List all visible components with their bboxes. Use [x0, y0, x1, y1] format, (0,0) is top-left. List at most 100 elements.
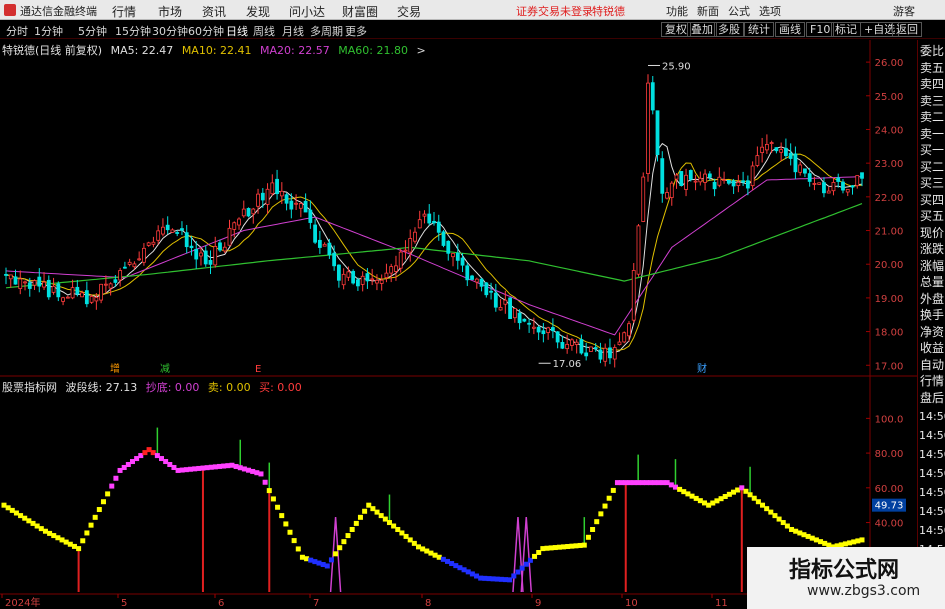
candle-body [570, 339, 574, 346]
candle-body [764, 143, 769, 151]
candle-body [807, 173, 812, 182]
candle-body [23, 281, 27, 284]
wave-point [594, 519, 600, 525]
price-tick-label: 19.00 [875, 294, 904, 305]
side-label[interactable]: 行情 [920, 374, 944, 388]
candle-body [684, 174, 688, 190]
candle-body [56, 283, 61, 298]
side-label[interactable]: 卖五 [920, 61, 944, 75]
candle-body [474, 278, 479, 283]
candle-body [161, 226, 165, 235]
side-label[interactable]: 换手 [920, 308, 944, 322]
side-label[interactable]: 涨跌 [920, 242, 944, 256]
candle-body [256, 193, 260, 207]
wave-line-label: 波段线: 27.13 [65, 381, 138, 394]
candle-body [389, 266, 394, 274]
candle-body [693, 180, 698, 183]
wave-point [100, 499, 106, 505]
candle-body [493, 292, 498, 308]
candle-body [707, 173, 712, 178]
candle-body [622, 332, 627, 343]
date-tick-label: 8 [425, 598, 431, 609]
candle-body [550, 327, 555, 332]
side-label[interactable]: 净资 [920, 325, 944, 339]
price-tick-label: 26.00 [875, 58, 904, 69]
candle-body [536, 326, 541, 333]
candle-body [332, 252, 337, 267]
wave-point [602, 503, 608, 509]
candle-body [812, 183, 817, 185]
candle-body [679, 171, 684, 186]
watermark-title: 指标公式网 [789, 558, 900, 583]
candle-body [194, 248, 199, 260]
side-label[interactable]: 卖三 [920, 94, 944, 108]
wave-point [258, 471, 264, 477]
sell-label: 卖: 0.00 [207, 381, 251, 394]
candle-body [660, 158, 665, 194]
side-label[interactable]: 自动 [920, 358, 944, 372]
side-label[interactable]: 委比 [920, 44, 944, 58]
candle-body [108, 283, 113, 289]
candle-body [446, 240, 451, 254]
side-label[interactable]: 卖二 [920, 110, 944, 124]
price-tick-label: 18.00 [875, 328, 904, 339]
candle-body [755, 155, 760, 166]
candle-body [584, 352, 589, 357]
candle-body [845, 189, 850, 193]
candle-body [308, 209, 313, 223]
sub-legend: 股票指标网 波段线: 27.13 抄底: 0.00 卖: 0.00 买: 0.0… [2, 379, 307, 394]
candle-body [508, 297, 512, 319]
candle-body [750, 165, 755, 187]
price-tick-label: 17.00 [875, 361, 904, 372]
candle-body [80, 292, 84, 298]
candle-body [103, 283, 108, 286]
wave-point [113, 475, 119, 481]
side-label[interactable]: 卖四 [920, 77, 944, 91]
side-label[interactable]: 买一 [920, 143, 944, 157]
date-tick-label: 10 [625, 598, 638, 609]
more-arrow-icon[interactable]: > [416, 44, 425, 57]
side-label[interactable]: 收益 [920, 341, 944, 355]
candle-body [669, 182, 674, 198]
wave-point [266, 488, 272, 494]
candle-body [674, 174, 679, 180]
side-label[interactable]: 卖一 [920, 127, 944, 141]
candle-body [731, 180, 736, 187]
candle-body [641, 176, 646, 222]
candle-body [65, 296, 70, 299]
wave-point [84, 530, 90, 536]
candle-body [522, 318, 527, 322]
side-label[interactable]: 现价 [920, 226, 944, 240]
candle-body [189, 245, 194, 249]
candle-body [137, 258, 142, 261]
candle-body [574, 341, 579, 345]
side-label[interactable]: 买二 [920, 160, 944, 174]
watermark: 指标公式网 www.zbgs3.com [747, 547, 945, 609]
wave-point [275, 504, 281, 510]
candle-body [142, 247, 146, 263]
candle-body [455, 252, 460, 261]
price-tick-label: 25.00 [875, 92, 904, 103]
side-time: 14:50 [919, 467, 945, 480]
candle-body [403, 249, 408, 252]
side-label[interactable]: 总量 [920, 275, 944, 289]
ma5-label: MA5: 22.47 [110, 44, 174, 57]
candle-body [313, 224, 318, 243]
candle-body [836, 177, 841, 182]
ma20-label: MA20: 22.57 [260, 44, 330, 57]
candle-body [18, 278, 23, 289]
side-label[interactable]: 买四 [920, 193, 944, 207]
candle-body [436, 221, 441, 233]
side-label[interactable]: 盘后 [920, 391, 944, 405]
wave-point [606, 495, 612, 501]
chart-canvas[interactable]: 25.90 17.06 增 减 E 财 26.00 25.00 24.00 23.00 22.00… [0, 0, 917, 609]
wave-point [345, 533, 351, 539]
side-label[interactable]: 买五 [920, 209, 944, 223]
side-label[interactable]: 涨幅 [920, 259, 944, 273]
candle-body [251, 208, 256, 215]
candle-body [175, 232, 180, 234]
side-label[interactable]: 买三 [920, 176, 944, 190]
candle-body [227, 227, 232, 246]
side-label[interactable]: 外盘 [920, 292, 944, 306]
sub-tick-label: 40.00 [875, 519, 904, 530]
